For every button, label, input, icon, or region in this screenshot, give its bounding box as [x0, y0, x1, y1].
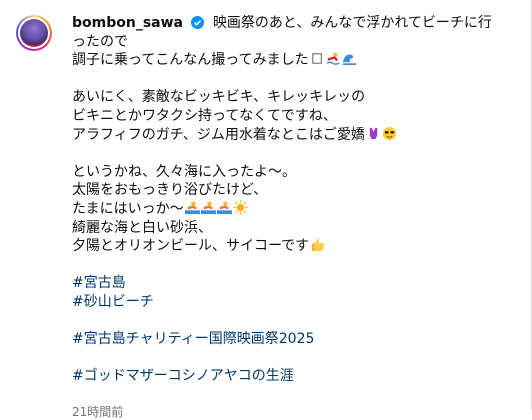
- caption-line: ったので: [72, 33, 128, 50]
- swimmer-icon: [326, 52, 340, 66]
- caption-text: 調子に乗ってこんなん撮ってみました: [72, 52, 309, 69]
- person-swimming-icon: [184, 201, 200, 214]
- avatar-image-frame: [18, 17, 50, 49]
- hashtag-link[interactable]: #宮古島: [72, 274, 492, 293]
- post-caption-panel: bombon_sawa 映画祭のあと、みんなで浮かれてビーチに行 ったので 調子…: [0, 0, 532, 419]
- caption-line: 綺麗な海と白い砂浜、: [72, 219, 212, 236]
- caption-line: ビキニとかワタクシ持ってなくてですね、: [72, 107, 337, 124]
- caption-text: アラフィフのガチ、ジム用水着なとこはご愛嬌: [72, 126, 365, 143]
- swimsuit-icon: [369, 127, 378, 139]
- hashtag-link[interactable]: #ゴッドマザーコシノアヤコの生涯: [72, 367, 492, 386]
- caption-line: たまにはいっか〜: [72, 200, 492, 219]
- hashtag-link[interactable]: #宮古島チャリティー国際映画祭2025: [72, 330, 492, 349]
- box-icon: [311, 53, 322, 64]
- caption-line: というかね、久々海に入ったよ〜。: [72, 163, 296, 180]
- caption-line: 夕陽とオリオンビール、サイコーです: [72, 237, 492, 256]
- hashtag-link[interactable]: #砂山ビーチ: [72, 293, 492, 312]
- caption-text: たまにはいっか〜: [72, 200, 184, 217]
- caption-text: 夕陽とオリオンビール、サイコーです: [72, 238, 310, 255]
- username-link[interactable]: bombon_sawa: [72, 15, 183, 31]
- caption-text: 映画祭のあと、みんなで浮かれてビーチに行: [212, 15, 492, 31]
- caption-line: bombon_sawa 映画祭のあと、みんなで浮かれてビーチに行: [72, 14, 492, 33]
- wave-icon: [342, 54, 356, 66]
- verified-badge-icon: [191, 16, 205, 29]
- avatar[interactable]: [16, 15, 52, 51]
- caption-line: 調子に乗ってこんなん撮ってみました: [72, 51, 492, 70]
- caption: bombon_sawa 映画祭のあと、みんなで浮かれてビーチに行 ったので 調子…: [72, 14, 492, 386]
- caption-line: アラフィフのガチ、ジム用水着なとこはご愛嬌: [72, 126, 492, 145]
- post-timestamp[interactable]: 21時間前: [72, 403, 123, 420]
- sun-icon: [233, 200, 248, 215]
- avatar-image: [20, 19, 48, 47]
- person-swimming-icon: [200, 201, 216, 214]
- sunglasses-face-icon: [382, 126, 396, 140]
- person-swimming-icon: [216, 201, 232, 214]
- thumbs-up-icon: [312, 238, 325, 252]
- caption-line: 太陽をおもっきり浴びたけど、: [72, 182, 268, 199]
- caption-line: あいにく、素敵なビッキビキ、キレッキレッの: [72, 89, 366, 106]
